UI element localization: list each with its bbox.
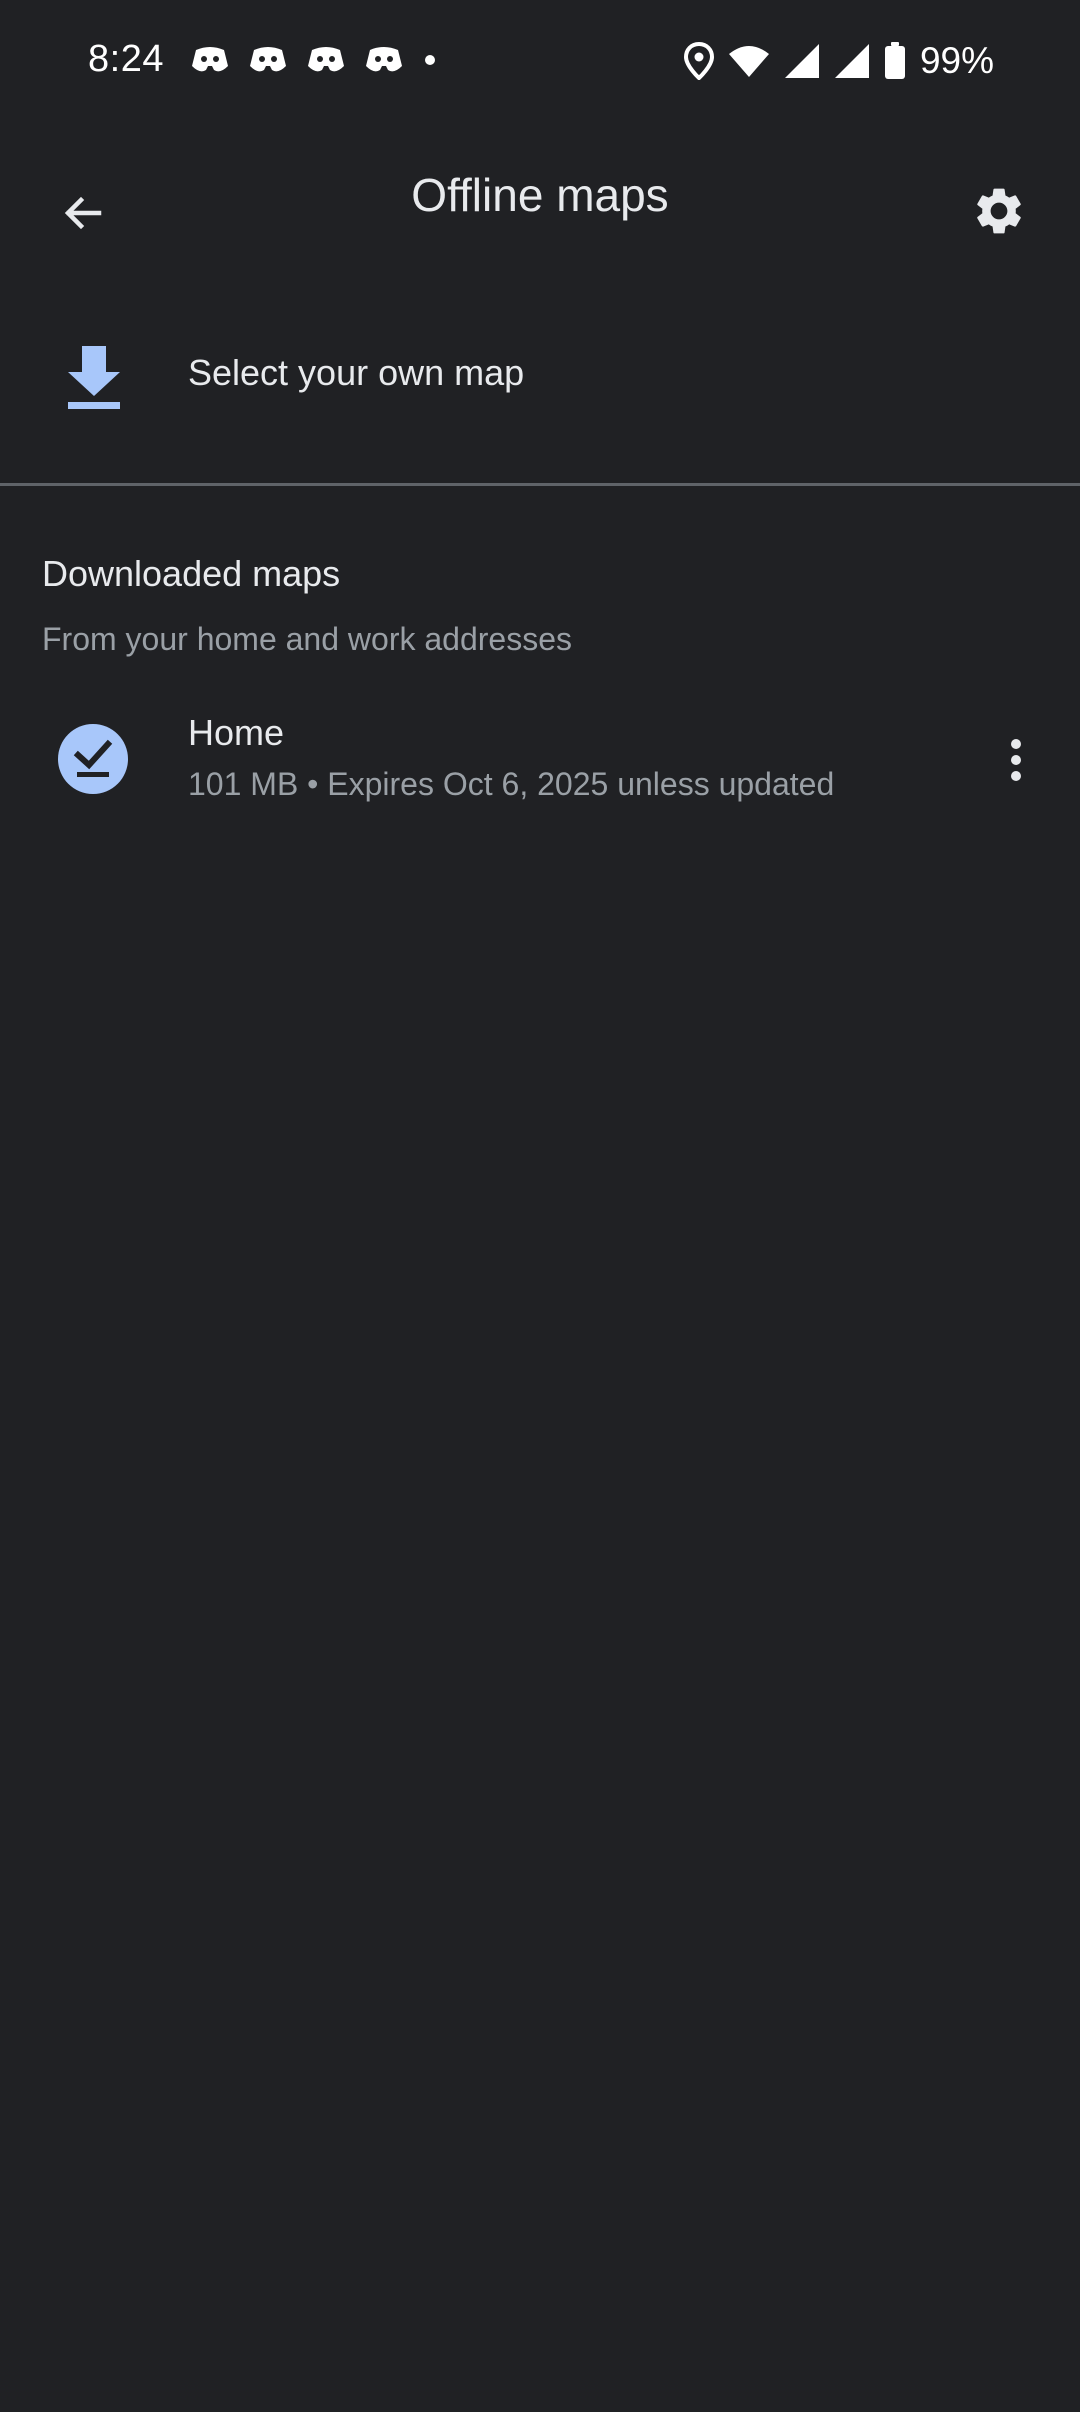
check-download-icon — [58, 724, 128, 794]
battery-percentage: 99% — [919, 40, 994, 81]
select-own-map-row[interactable]: Select your own map — [0, 300, 1080, 456]
divider — [0, 483, 1080, 486]
notification-icons — [190, 44, 438, 76]
discord-icon — [192, 47, 228, 72]
battery-icon — [884, 42, 905, 79]
dot-icon — [425, 55, 435, 65]
status-time: 8:24 — [88, 38, 164, 80]
section-title: Downloaded maps — [42, 553, 341, 594]
more-options-button[interactable] — [976, 720, 1056, 800]
wifi-icon — [728, 46, 769, 77]
section-subtitle: From your home and work addresses — [42, 621, 572, 657]
list-item-home-map[interactable]: Home 101 MB • Expires Oct 6, 2025 unless… — [0, 700, 1080, 820]
discord-icon — [308, 47, 344, 72]
signal-icon — [834, 44, 869, 78]
location-icon — [683, 42, 714, 80]
settings-button[interactable] — [956, 168, 1042, 254]
more-vert-icon — [1011, 739, 1021, 781]
discord-icon — [366, 47, 402, 72]
app-bar: Offline maps — [0, 126, 1080, 274]
discord-icon — [250, 47, 286, 72]
status-bar: 8:24 99% — [0, 0, 1080, 126]
map-name: Home — [188, 712, 285, 753]
page-title: Offline maps — [411, 169, 669, 221]
select-own-map-label: Select your own map — [188, 352, 525, 393]
gear-icon — [977, 188, 1021, 234]
signal-icon — [784, 44, 819, 78]
status-right: 99% — [683, 40, 994, 82]
download-icon — [68, 346, 120, 409]
map-meta: 101 MB • Expires Oct 6, 2025 unless upda… — [188, 766, 835, 802]
